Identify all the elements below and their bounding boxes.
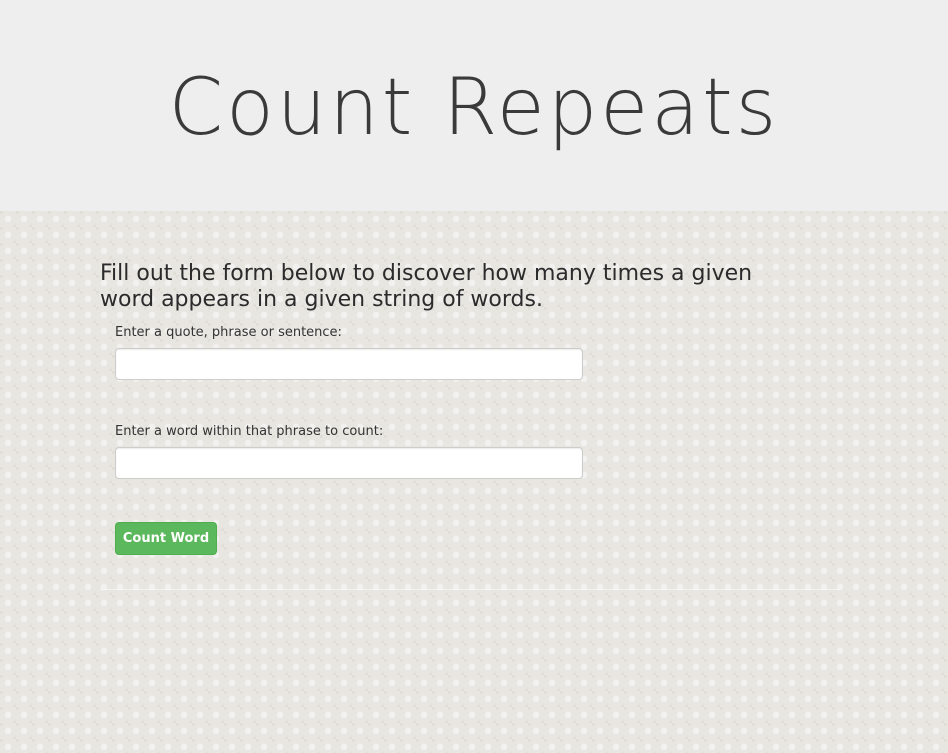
divider	[100, 589, 840, 590]
word-label: Enter a word within that phrase to count…	[115, 424, 384, 439]
count-word-button[interactable]: Count Word	[115, 522, 217, 555]
site-title: Count Repeats	[168, 63, 780, 153]
phrase-label: Enter a quote, phrase or sentence:	[115, 325, 342, 340]
site-header: Count Repeats	[0, 0, 948, 211]
main-content: Fill out the form below to discover how …	[0, 211, 948, 753]
word-input[interactable]	[115, 447, 583, 479]
phrase-input[interactable]	[115, 348, 583, 380]
intro-text: Fill out the form below to discover how …	[100, 261, 753, 312]
